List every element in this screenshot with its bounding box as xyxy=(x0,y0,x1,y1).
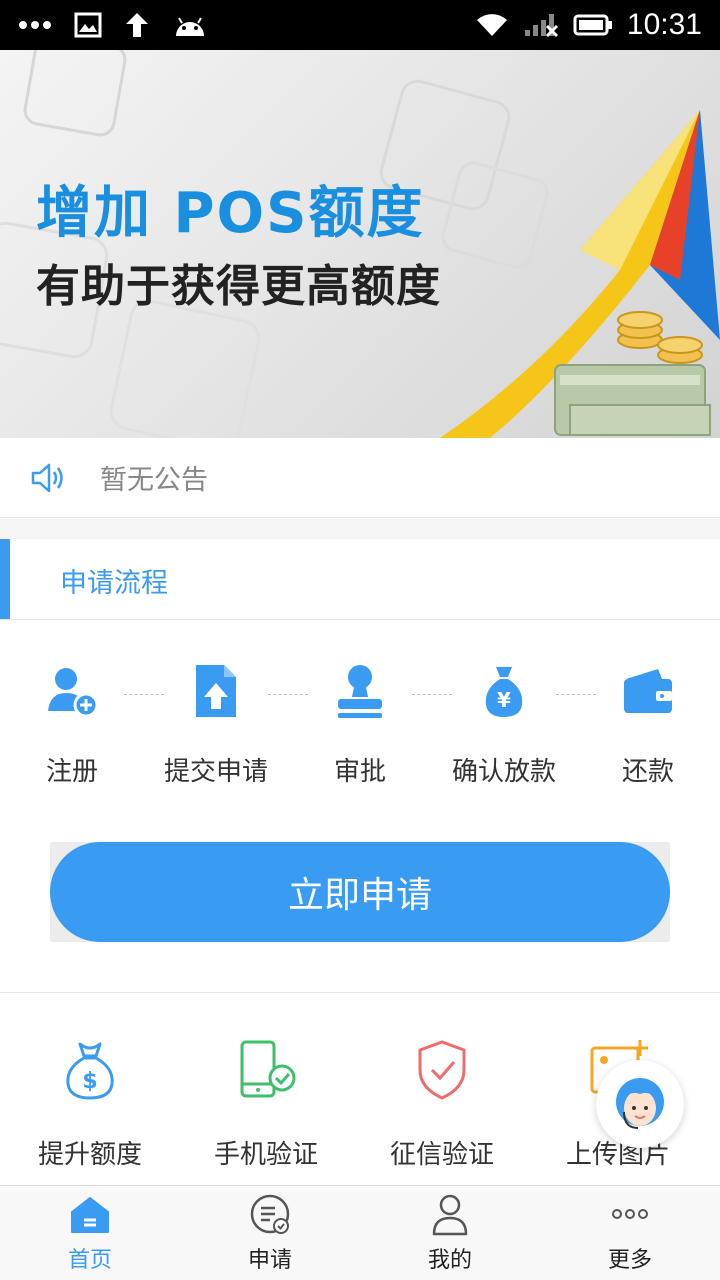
step-confirm-loan: ¥ 确认放款 xyxy=(432,661,576,801)
nav-label: 申请 xyxy=(247,1248,292,1273)
stamp-icon xyxy=(338,665,382,718)
feature-label: 提升额度 xyxy=(37,1140,142,1170)
step-repay: 还款 xyxy=(576,661,720,801)
promo-banner[interactable]: 增加 POS额度 有助于获得更高额度 xyxy=(0,50,720,438)
android-icon xyxy=(176,17,204,36)
nav-home[interactable]: 首页 xyxy=(0,1192,180,1280)
step-label: 提交申请 xyxy=(163,757,268,787)
step-label: 还款 xyxy=(621,757,674,787)
announcement-text: 暂无公告 xyxy=(100,465,208,496)
svg-text:$: $ xyxy=(82,1069,97,1094)
nav-label: 更多 xyxy=(607,1248,652,1273)
apply-list-icon xyxy=(250,1194,290,1234)
phone-verify-icon xyxy=(240,1040,296,1098)
shield-check-icon xyxy=(418,1040,466,1100)
speaker-icon xyxy=(31,463,63,492)
nav-mine[interactable]: 我的 xyxy=(360,1192,540,1280)
feature-credit-verify[interactable]: 征信验证 xyxy=(352,1038,532,1170)
apply-now-button[interactable]: 立即申请 xyxy=(50,842,670,942)
money-bag-outline-icon: $ xyxy=(66,1042,114,1100)
upload-arrow-icon xyxy=(126,13,148,37)
step-label: 审批 xyxy=(333,757,386,787)
svg-text:¥: ¥ xyxy=(497,688,511,712)
step-approve: 审批 xyxy=(288,661,432,801)
user-icon xyxy=(432,1194,468,1236)
growth-arrow-money-illustration xyxy=(440,110,720,438)
feature-label: 征信验证 xyxy=(389,1140,494,1170)
more-icon xyxy=(612,1209,648,1219)
section-title: 申请流程 xyxy=(60,568,168,599)
customer-service-icon xyxy=(616,1078,664,1129)
bottom-navigation: 首页 申请 我的 更多 xyxy=(0,1185,720,1280)
battery-icon xyxy=(573,14,612,36)
gallery-icon xyxy=(74,12,102,38)
apply-button-container: 立即申请 xyxy=(50,842,670,942)
nav-label: 我的 xyxy=(427,1248,472,1273)
announcement-bar[interactable]: 暂无公告 xyxy=(0,438,720,518)
step-label: 注册 xyxy=(45,757,98,787)
feature-phone-verify[interactable]: 手机验证 xyxy=(176,1038,356,1170)
section-spacer xyxy=(0,519,720,539)
more-dots-icon xyxy=(19,21,51,29)
money-bag-icon: ¥ xyxy=(485,667,523,717)
step-register: 注册 xyxy=(0,661,144,801)
file-upload-icon xyxy=(196,665,236,717)
nav-more[interactable]: 更多 xyxy=(540,1192,720,1280)
process-section-header: 申请流程 xyxy=(0,539,720,620)
nav-apply[interactable]: 申请 xyxy=(180,1192,360,1280)
status-bar: 10:31 xyxy=(0,0,720,50)
step-label: 确认放款 xyxy=(451,757,556,787)
divider xyxy=(0,992,720,993)
feature-raise-limit[interactable]: $ 提升额度 xyxy=(0,1038,180,1170)
step-submit: 提交申请 xyxy=(144,661,288,801)
section-accent-bar xyxy=(0,539,10,619)
wallet-icon xyxy=(624,669,672,713)
banner-headline: 增加 POS额度 xyxy=(36,181,425,246)
feature-label: 手机验证 xyxy=(213,1140,318,1170)
application-process-steps: 注册 提交申请 审批 ¥ 确认放款 还款 xyxy=(0,621,720,821)
wifi-icon xyxy=(476,14,507,36)
home-icon xyxy=(71,1197,109,1233)
signal-icon xyxy=(524,14,558,38)
status-time: 10:31 xyxy=(626,8,702,41)
nav-label: 首页 xyxy=(67,1248,112,1273)
customer-service-float-button[interactable] xyxy=(596,1060,684,1148)
user-add-icon xyxy=(48,668,99,718)
